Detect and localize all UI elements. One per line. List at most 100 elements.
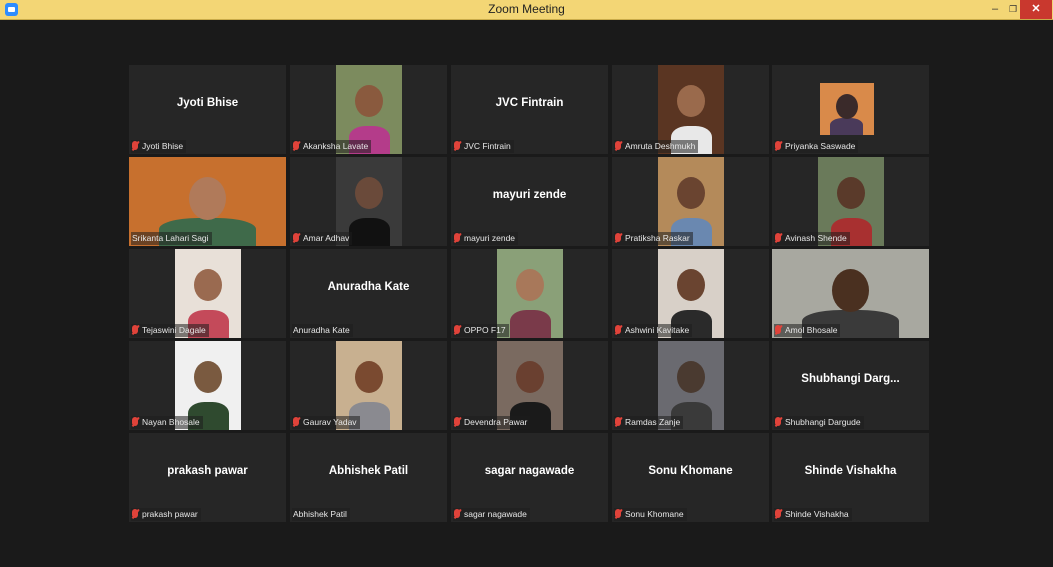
participant-name: Devendra Pawar	[464, 417, 528, 427]
participant-name-label: Avinash Shende	[774, 232, 850, 245]
participant-name: Sonu Khomane	[625, 509, 684, 519]
participant-name-label: Abhishek Patil	[292, 508, 350, 521]
participant-name: Shubhangi Dargude	[785, 417, 861, 427]
participant-name: Shinde Vishakha	[785, 509, 849, 519]
mic-muted-icon	[454, 509, 460, 518]
participant-tile[interactable]: Shinde Vishakha Shinde Vishakha	[772, 433, 929, 522]
participant-video	[820, 83, 874, 135]
participant-tile[interactable]: prakash pawar prakash pawar	[129, 433, 286, 522]
participant-name: Priyanka Saswade	[785, 141, 856, 151]
participant-name-label: Tejaswini Dagale	[131, 324, 209, 337]
participant-display-name: Shinde Vishakha	[804, 465, 897, 477]
participant-tile[interactable]: Ramdas Zanje	[612, 341, 769, 430]
participant-tile[interactable]: Priyanka Saswade	[772, 65, 929, 154]
participant-name-label: Devendra Pawar	[453, 416, 531, 429]
mic-muted-icon	[775, 325, 781, 334]
mic-muted-icon	[132, 509, 138, 518]
participant-tile[interactable]: Jyoti Bhise Jyoti Bhise	[129, 65, 286, 154]
participant-tile[interactable]: Shubhangi Darg... Shubhangi Dargude	[772, 341, 929, 430]
participant-name: Akanksha Lavate	[303, 141, 369, 151]
participant-name-label: Sonu Khomane	[614, 508, 687, 521]
participant-name-label: Pratiksha Raskar	[614, 232, 693, 245]
mic-muted-icon	[454, 141, 460, 150]
participant-name: Abhishek Patil	[293, 509, 347, 519]
mic-muted-icon	[775, 417, 781, 426]
participant-name: Amol Bhosale	[785, 325, 838, 335]
mic-muted-icon	[454, 325, 460, 334]
participant-name: Gaurav Yadav	[303, 417, 357, 427]
participant-display-name: Jyoti Bhise	[176, 97, 239, 109]
mic-muted-icon	[775, 233, 781, 242]
mic-muted-icon	[293, 417, 299, 426]
participant-tile[interactable]: JVC Fintrain JVC Fintrain	[451, 65, 608, 154]
participant-name: Amar Adhav	[303, 233, 350, 243]
participant-name-label: prakash pawar	[131, 508, 201, 521]
participant-tile[interactable]: mayuri zende mayuri zende	[451, 157, 608, 246]
participant-name: Pratiksha Raskar	[625, 233, 690, 243]
participant-tile[interactable]: Avinash Shende	[772, 157, 929, 246]
participant-display-name: prakash pawar	[167, 465, 248, 477]
participant-display-name: mayuri zende	[492, 189, 567, 201]
window-titlebar: Zoom Meeting – ❐ ✕	[0, 0, 1053, 20]
participant-display-name: Sonu Khomane	[648, 465, 733, 477]
close-button[interactable]: ✕	[1020, 0, 1052, 19]
participant-tile[interactable]: Amol Bhosale	[772, 249, 929, 338]
mic-muted-icon	[615, 325, 621, 334]
mic-muted-icon	[132, 141, 138, 150]
mic-muted-icon	[454, 417, 460, 426]
participant-name-label: JVC Fintrain	[453, 140, 514, 153]
participant-display-name: Abhishek Patil	[328, 465, 409, 477]
participant-tile[interactable]: Tejaswini Dagale	[129, 249, 286, 338]
participant-name-label: Ramdas Zanje	[614, 416, 684, 429]
participant-tile[interactable]: Anuradha Kate Anuradha Kate	[290, 249, 447, 338]
window-title: Zoom Meeting	[488, 2, 565, 16]
participant-name: Amruta Deshmukh	[625, 141, 696, 151]
participant-display-name: Anuradha Kate	[327, 281, 410, 293]
participant-name-label: Nayan Bhosale	[131, 416, 203, 429]
participant-name-label: Shinde Vishakha	[774, 508, 852, 521]
participant-tile[interactable]: Amar Adhav	[290, 157, 447, 246]
mic-muted-icon	[615, 233, 621, 242]
participant-tile[interactable]: Akanksha Lavate	[290, 65, 447, 154]
participant-tile[interactable]: Srikanta Lahari Sagi	[129, 157, 286, 246]
participant-tile[interactable]: Nayan Bhosale	[129, 341, 286, 430]
participant-name-label: sagar nagawade	[453, 508, 530, 521]
participant-tile[interactable]: Abhishek Patil Abhishek Patil	[290, 433, 447, 522]
participant-tile[interactable]: Gaurav Yadav	[290, 341, 447, 430]
participant-name-label: mayuri zende	[453, 232, 519, 245]
participant-tile[interactable]: sagar nagawade sagar nagawade	[451, 433, 608, 522]
participant-display-name: Shubhangi Darg...	[801, 373, 900, 385]
mic-muted-icon	[293, 233, 299, 242]
mic-muted-icon	[775, 509, 781, 518]
participant-name: Avinash Shende	[785, 233, 847, 243]
participant-name: Jyoti Bhise	[142, 141, 184, 151]
participant-name: JVC Fintrain	[464, 141, 511, 151]
participant-name-label: Priyanka Saswade	[774, 140, 859, 153]
mic-muted-icon	[132, 417, 138, 426]
participant-name-label: Anuradha Kate	[292, 324, 353, 337]
participant-name: OPPO F17	[464, 325, 506, 335]
participant-name-label: Ashwini Kavitake	[614, 324, 693, 337]
participant-name: Nayan Bhosale	[142, 417, 200, 427]
participant-tile[interactable]: Sonu Khomane Sonu Khomane	[612, 433, 769, 522]
participant-tile[interactable]: Ashwini Kavitake	[612, 249, 769, 338]
participant-tile[interactable]: Devendra Pawar	[451, 341, 608, 430]
participant-name-label: Akanksha Lavate	[292, 140, 372, 153]
participant-name-label: Amruta Deshmukh	[614, 140, 699, 153]
participant-tile[interactable]: Pratiksha Raskar	[612, 157, 769, 246]
minimize-button[interactable]: –	[985, 0, 1005, 19]
participant-name-label: Shubhangi Dargude	[774, 416, 864, 429]
participant-name: Tejaswini Dagale	[142, 325, 206, 335]
participant-name: prakash pawar	[142, 509, 198, 519]
participant-name: mayuri zende	[464, 233, 516, 243]
participant-name: Srikanta Lahari Sagi	[132, 233, 209, 243]
participant-name-label: Jyoti Bhise	[131, 140, 187, 153]
participant-name-label: Gaurav Yadav	[292, 416, 360, 429]
mic-muted-icon	[615, 417, 621, 426]
mic-muted-icon	[132, 325, 138, 334]
participant-tile[interactable]: Amruta Deshmukh	[612, 65, 769, 154]
mic-muted-icon	[615, 509, 621, 518]
mic-muted-icon	[615, 141, 621, 150]
participant-tile[interactable]: OPPO F17	[451, 249, 608, 338]
mic-muted-icon	[775, 141, 781, 150]
